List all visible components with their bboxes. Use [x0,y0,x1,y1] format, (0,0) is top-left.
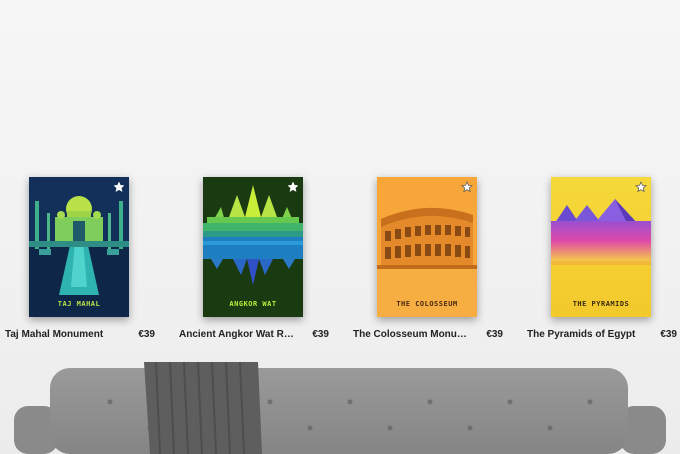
star-icon[interactable] [461,181,473,193]
star-icon[interactable] [635,181,647,193]
star-icon[interactable] [113,181,125,193]
poster-title: TAJ MAHAL [57,300,101,308]
product-name[interactable]: The Pyramids of Egypt [527,329,643,340]
poster-colosseum[interactable]: THE COLOSSEUM [377,177,477,317]
poster-title: ANGKOR WAT [229,300,277,308]
product-price: €39 [138,329,155,340]
colosseum-artwork [377,177,477,317]
product-caption: The Colosseum Monument €39 [353,329,503,343]
product-price: €39 [312,329,329,340]
taj-mahal-artwork [29,177,129,317]
poster-angkor-wat[interactable]: ANGKOR WAT [203,177,303,317]
pyramids-artwork [551,177,651,317]
product-caption: Taj Mahal Monument €39 [5,329,155,343]
poster-title: THE COLOSSEUM [396,300,458,308]
product-caption: The Pyramids of Egypt €39 [527,329,677,343]
sofa-image [14,362,666,454]
product-price: €39 [486,329,503,340]
product-price: €39 [660,329,677,340]
poster-pyramids[interactable]: THE PYRAMIDS [551,177,651,317]
product-caption: Ancient Angkor Wat Ruins €39 [179,329,329,343]
product-name[interactable]: Ancient Angkor Wat Ruins [179,329,295,340]
poster-title: THE PYRAMIDS [572,300,630,308]
star-icon[interactable] [287,181,299,193]
wall-scene: TAJ MAHAL Taj Mahal Monument €39 ANGKOR … [0,0,680,454]
product-name[interactable]: Taj Mahal Monument [5,329,121,340]
poster-taj-mahal[interactable]: TAJ MAHAL [29,177,129,317]
angkor-wat-artwork [203,177,303,317]
product-name[interactable]: The Colosseum Monument [353,329,469,340]
